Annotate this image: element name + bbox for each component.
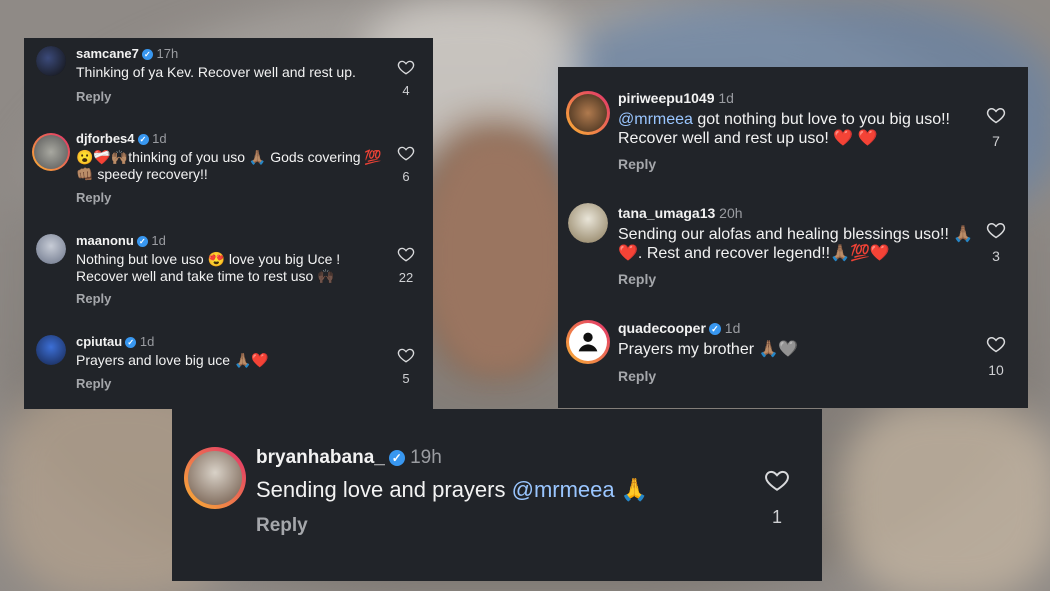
comment-text: Sending our alofas and healing blessings…: [618, 226, 974, 262]
username[interactable]: piriweepu1049: [618, 90, 715, 106]
heart-icon[interactable]: [986, 334, 1006, 354]
default-profile-icon: [578, 332, 598, 352]
timestamp: 1d: [152, 131, 167, 146]
avatar[interactable]: [568, 203, 608, 243]
avatar[interactable]: [566, 320, 610, 364]
like-count: 5: [402, 371, 410, 386]
verified-badge-icon: ✓: [136, 236, 148, 248]
avatar[interactable]: [184, 447, 246, 509]
timestamp: 20h: [719, 205, 743, 221]
reply-button[interactable]: Reply: [618, 368, 656, 384]
username[interactable]: samcane7: [76, 46, 139, 61]
username[interactable]: tana_umaga13: [618, 205, 715, 221]
timestamp: 1d: [724, 320, 741, 336]
verified-badge-icon: ✓: [141, 49, 153, 61]
heart-icon[interactable]: [397, 346, 415, 364]
comment-text: Nothing but love uso 😍 love you big Uce …: [76, 251, 341, 284]
heart-icon[interactable]: [986, 105, 1006, 125]
like-count: 4: [402, 83, 410, 98]
verified-badge-icon: ✓: [125, 337, 137, 349]
verified-badge-icon: ✓: [388, 449, 405, 466]
verified-badge-icon: ✓: [708, 323, 721, 336]
like-count: 22: [398, 270, 414, 285]
comment-text: Prayers my brother 🙏🏽🩶: [618, 341, 799, 358]
timestamp: 19h: [410, 447, 442, 468]
like-count: 6: [402, 169, 410, 184]
comment-text: Thinking of ya Kev. Recover well and res…: [76, 64, 356, 80]
timestamp: 1d: [139, 334, 155, 349]
heart-icon[interactable]: [397, 58, 415, 76]
comments-panel-right: piriweepu1049 1d @mrmeea got nothing but…: [558, 67, 1028, 408]
verified-badge-icon: ✓: [137, 134, 149, 146]
heart-icon[interactable]: [397, 144, 415, 162]
like-count: 1: [771, 507, 782, 527]
heart-icon[interactable]: [764, 467, 790, 493]
avatar[interactable]: [36, 335, 66, 365]
mention-link[interactable]: @mrmeea: [618, 111, 693, 128]
comments-panel-bottom: bryanhabana_ ✓ 19h Sending love and praye…: [172, 409, 822, 581]
reply-button[interactable]: Reply: [76, 291, 111, 306]
like-count: 10: [988, 362, 1004, 378]
reply-button[interactable]: Reply: [76, 89, 111, 104]
username[interactable]: maanonu: [76, 233, 134, 248]
comment-text: Sending love and prayers @mrmeea 🙏: [256, 477, 649, 502]
avatar[interactable]: [32, 133, 70, 171]
username[interactable]: bryanhabana_: [256, 447, 385, 468]
username[interactable]: quadecooper: [618, 320, 706, 336]
heart-icon[interactable]: [986, 220, 1006, 240]
avatar[interactable]: [36, 46, 66, 76]
like-count: 3: [992, 248, 1000, 264]
like-count: 7: [992, 133, 1000, 149]
mention-link[interactable]: @mrmeea: [512, 477, 615, 502]
reply-button[interactable]: Reply: [76, 190, 111, 205]
comments-panel-left: samcane7 ✓ 17h Thinking of ya Kev. Recove…: [24, 38, 433, 409]
comment-text: @mrmeea got nothing but love to you big …: [618, 111, 950, 147]
reply-button[interactable]: Reply: [618, 156, 656, 172]
username[interactable]: cpiutau: [76, 334, 122, 349]
avatar[interactable]: [36, 234, 66, 264]
username[interactable]: djforbes4: [76, 131, 135, 146]
comment-text: 😮❤️‍🩹🙌🏽thinking of you uso 🙏🏽 Gods cover…: [76, 149, 382, 182]
avatar[interactable]: [566, 91, 610, 135]
reply-button[interactable]: Reply: [618, 271, 656, 287]
timestamp: 1d: [151, 233, 166, 248]
heart-icon[interactable]: [397, 245, 415, 263]
comment-text: Prayers and love big uce 🙏🏽❤️: [76, 352, 269, 368]
reply-button[interactable]: Reply: [76, 376, 111, 391]
timestamp: 1d: [718, 90, 734, 106]
timestamp: 17h: [156, 46, 179, 61]
reply-button[interactable]: Reply: [256, 515, 308, 537]
